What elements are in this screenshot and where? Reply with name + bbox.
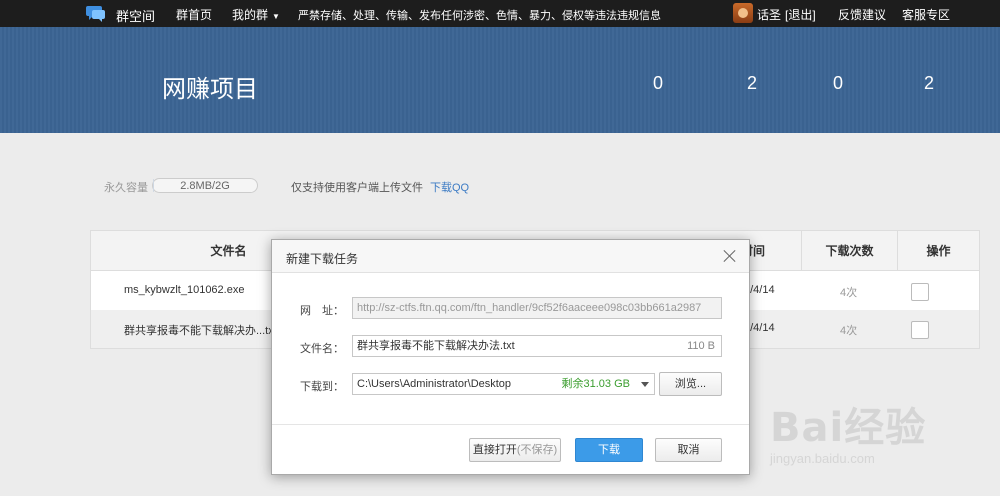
group-title: 网赚项目 [162, 76, 258, 103]
storage-progress-bar: 2.8MB/2G [152, 178, 258, 193]
filename-field[interactable]: 群共享报毒不能下载解决办法.txt 110 B [352, 335, 722, 357]
support-link[interactable]: 客服专区 [902, 6, 950, 23]
chevron-down-icon: ▼ [272, 12, 280, 21]
save-to-label: 下载到： [300, 381, 344, 393]
file-name[interactable]: 群共享报毒不能下载解决办...tx [124, 322, 274, 338]
column-header-downloads[interactable]: 下载次数 [802, 231, 897, 271]
save-location-select[interactable]: C:\Users\Administrator\Desktop 剩余31.03 G… [352, 373, 655, 395]
row-checkbox[interactable] [911, 321, 929, 339]
close-icon[interactable] [721, 247, 739, 265]
stat-value: 2 [747, 73, 758, 93]
browse-button[interactable]: 浏览... [659, 372, 722, 396]
nav-home-link[interactable]: 群首页 [176, 6, 212, 23]
user-avatar[interactable] [733, 3, 753, 23]
filename-value: 群共享报毒不能下载解决办法.txt [357, 340, 515, 352]
group-space-logo-icon [86, 6, 105, 22]
nav-my-groups-label: 我的群 [232, 8, 269, 22]
dialog-title-bar[interactable]: 新建下载任务 [272, 240, 749, 273]
upload-tip: 仅支持使用客户端上传文件 [291, 182, 423, 194]
save-location-value: C:\Users\Administrator\Desktop [357, 378, 512, 390]
file-size: 110 B [687, 340, 715, 352]
dialog-divider [272, 424, 749, 425]
row-checkbox[interactable] [911, 283, 929, 301]
dropdown-arrow-icon [641, 382, 649, 387]
storage-usage-text: 2.8MB/2G [180, 180, 230, 192]
file-name[interactable]: ms_kybwzlt_101062.exe [124, 284, 244, 296]
cancel-button[interactable]: 取消 [655, 438, 722, 462]
download-qq-link[interactable]: 下载QQ [430, 179, 469, 195]
url-label: 网 址： [300, 305, 344, 317]
baidu-jingyan-watermark: Bai经验 jingyan.baidu.com [770, 395, 927, 466]
download-count: 4次 [840, 325, 858, 337]
open-directly-label: 直接打开 [472, 444, 517, 456]
nav-my-groups-menu[interactable]: 我的群 ▼ [232, 6, 280, 23]
column-header-time[interactable]: 时间 [741, 231, 801, 271]
open-directly-note: (不保存) [516, 444, 558, 456]
watermark-url: jingyan.baidu.com [770, 451, 875, 466]
free-space: 剩余31.03 GB [561, 378, 630, 390]
filename-label: 文件名： [300, 343, 344, 355]
logout-link[interactable]: [退出] [785, 6, 816, 23]
compliance-notice: 严禁存储、处理、传输、发布任何涉密、色情、暴力、侵权等违法违规信息 [298, 10, 661, 22]
storage-label: 永久容量 [104, 182, 148, 194]
open-directly-button[interactable]: 直接打开(不保存) [469, 438, 561, 462]
brand-title[interactable]: 群空间 [116, 6, 155, 25]
stat-value: 0 [653, 73, 664, 93]
user-name[interactable]: 话圣 [757, 6, 781, 23]
dialog-title: 新建下载任务 [286, 252, 359, 266]
stat-value: 0 [833, 73, 844, 93]
group-banner: 网赚项目 0 2 0 2 [0, 27, 1000, 133]
url-field: http://sz-ctfs.ftn.qq.com/ftn_handler/9c… [352, 297, 722, 319]
column-header-action: 操作 [898, 231, 979, 271]
top-nav-bar: 群空间 群首页 我的群 ▼ 严禁存储、处理、传输、发布任何涉密、色情、暴力、侵权等… [0, 0, 1000, 27]
download-button[interactable]: 下载 [575, 438, 643, 462]
new-download-dialog: 新建下载任务 网 址： http://sz-ctfs.ftn.qq.com/ft… [271, 239, 750, 475]
watermark-logo-text: Bai经验 [770, 405, 927, 451]
stat-value: 2 [924, 73, 935, 93]
download-count: 4次 [840, 287, 858, 299]
feedback-link[interactable]: 反馈建议 [838, 6, 886, 23]
